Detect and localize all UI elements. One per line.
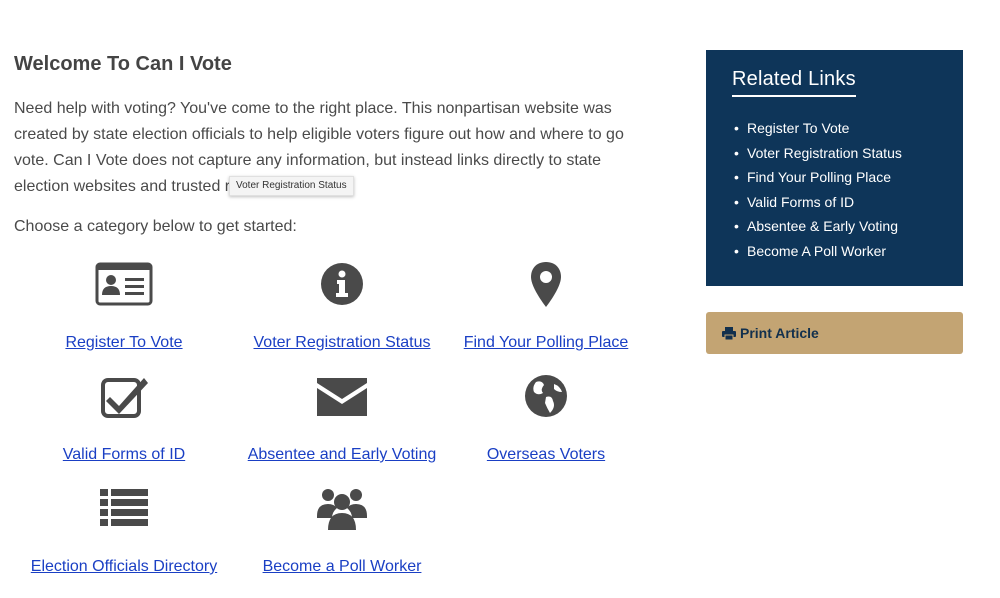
printer-icon xyxy=(722,326,736,340)
category-link[interactable]: Valid Forms of ID xyxy=(63,446,185,464)
related-links-panel: Related Links Register To Vote Voter Reg… xyxy=(706,50,963,286)
related-link[interactable]: Valid Forms of ID xyxy=(734,190,902,215)
category-absentee-early-voting: Absentee and Early Voting xyxy=(237,372,447,464)
related-links-title: Related Links xyxy=(732,68,856,97)
category-overseas-voters: Overseas Voters xyxy=(441,372,651,464)
main-content: Welcome To Can I Vote Need help with vot… xyxy=(14,50,654,238)
category-link[interactable]: Find Your Polling Place xyxy=(464,334,629,352)
category-valid-forms-of-id: Valid Forms of ID xyxy=(19,372,229,464)
page-title: Welcome To Can I Vote xyxy=(14,53,232,75)
related-links-list: Register To Vote Voter Registration Stat… xyxy=(734,116,902,263)
category-link[interactable]: Absentee and Early Voting xyxy=(248,446,437,464)
related-link[interactable]: Absentee & Early Voting xyxy=(734,214,902,239)
category-become-poll-worker: Become a Poll Worker xyxy=(237,484,447,576)
globe-icon xyxy=(525,375,567,417)
intro-line: vote. Can I Vote does not capture any in… xyxy=(14,152,601,169)
related-link[interactable]: Become A Poll Worker xyxy=(734,239,902,264)
category-find-polling-place: Find Your Polling Place xyxy=(441,260,651,352)
category-link[interactable]: Election Officials Directory xyxy=(31,558,217,576)
related-link[interactable]: Register To Vote xyxy=(734,116,902,141)
category-register-to-vote: Register To Vote xyxy=(19,260,229,352)
intro-line: created by state election officials to h… xyxy=(14,126,624,143)
category-link[interactable]: Register To Vote xyxy=(65,334,182,352)
choose-category-text: Choose a category below to get started: xyxy=(14,218,297,235)
map-marker-icon xyxy=(531,262,561,307)
related-link[interactable]: Voter Registration Status xyxy=(734,141,902,166)
page: Welcome To Can I Vote Need help with vot… xyxy=(0,0,1000,598)
category-voter-registration-status: Voter Registration Status xyxy=(237,260,447,352)
intro-line: Need help with voting? You've come to th… xyxy=(14,100,612,117)
category-link[interactable]: Overseas Voters xyxy=(487,446,605,464)
envelope-icon xyxy=(317,378,367,416)
list-icon xyxy=(100,489,148,526)
related-link[interactable]: Find Your Polling Place xyxy=(734,165,902,190)
print-article-label: Print Article xyxy=(740,325,819,341)
info-circle-icon xyxy=(321,263,363,305)
id-card-icon xyxy=(95,262,153,306)
category-link[interactable]: Voter Registration Status xyxy=(254,334,431,352)
tooltip: Voter Registration Status xyxy=(229,176,354,196)
print-article-button[interactable]: Print Article xyxy=(706,312,963,354)
users-icon xyxy=(317,489,367,530)
category-election-officials-directory: Election Officials Directory xyxy=(19,484,229,576)
category-link[interactable]: Become a Poll Worker xyxy=(263,558,422,576)
checkbox-icon xyxy=(101,378,148,418)
